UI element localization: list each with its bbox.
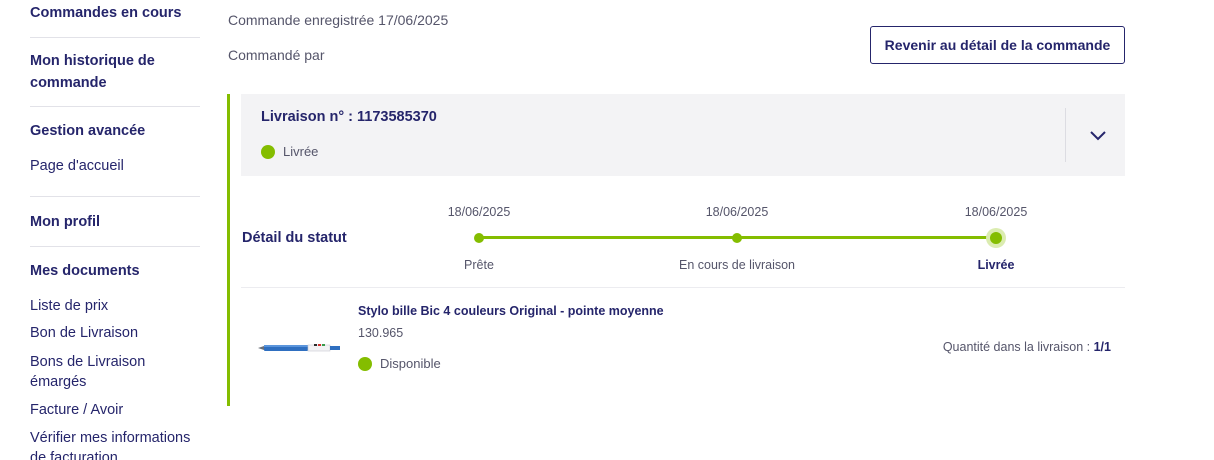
- product-availability: Disponible: [358, 356, 441, 371]
- delivery-accent-bar: [227, 94, 230, 406]
- timeline-label-in-transit: En cours de livraison: [678, 258, 796, 272]
- delivery-number: Livraison n° : 1173585370: [261, 109, 437, 125]
- delivery-status-label: Livrée: [283, 144, 319, 159]
- availability-dot-icon: [358, 356, 372, 371]
- order-registered-date: Commande enregistrée 17/06/2025: [228, 12, 449, 28]
- sidebar-link-billing-info[interactable]: Vérifier mes informations de facturation: [30, 428, 202, 460]
- timeline-date-in-transit: 18/06/2025: [705, 205, 769, 219]
- timeline-step-ready-dot: [474, 233, 484, 243]
- sidebar-item-advanced-management[interactable]: Gestion avancée: [30, 120, 145, 142]
- sidebar-divider: [30, 106, 200, 107]
- timeline-date-ready: 18/06/2025: [447, 205, 511, 219]
- delivery-quantity: Quantité dans la livraison : 1/1: [900, 340, 1111, 354]
- timeline-step-in-transit-dot: [732, 233, 742, 243]
- sidebar-link-delivery-note[interactable]: Bon de Livraison: [30, 323, 138, 343]
- status-detail-label: Détail du statut: [242, 230, 347, 246]
- sidebar-divider: [30, 246, 200, 247]
- sidebar-divider: [30, 196, 200, 197]
- delivery-status: Livrée: [261, 144, 318, 159]
- sidebar-link-invoice[interactable]: Facture / Avoir: [30, 400, 123, 420]
- chevron-down-icon[interactable]: [1084, 122, 1112, 150]
- timeline-label-ready: Prête: [464, 258, 494, 272]
- availability-label: Disponible: [380, 356, 441, 371]
- sidebar-link-price-list[interactable]: Liste de prix: [30, 296, 108, 316]
- sidebar-item-profile[interactable]: Mon profil: [30, 211, 100, 233]
- ordered-by: Commandé par: [228, 47, 325, 63]
- sidebar-item-home-page[interactable]: Page d'accueil: [30, 156, 124, 176]
- product-name[interactable]: Stylo bille Bic 4 couleurs Original - po…: [358, 304, 664, 318]
- delivery-header[interactable]: Livraison n° : 1173585370 Livrée: [241, 94, 1125, 176]
- timeline-label-delivered: Livrée: [977, 258, 1015, 272]
- back-to-order-detail-button[interactable]: Revenir au détail de la commande: [870, 26, 1125, 64]
- quantity-label: Quantité dans la livraison :: [942, 340, 1094, 354]
- sidebar-item-documents[interactable]: Mes documents: [30, 260, 140, 282]
- sidebar-item-order-history[interactable]: Mon historique de commande: [30, 50, 180, 94]
- sidebar-item-orders-in-progress[interactable]: Commandes en cours: [30, 2, 182, 24]
- quantity-value: 1/1: [1093, 340, 1111, 354]
- product-reference: 130.965: [358, 326, 404, 340]
- sidebar-link-signed-delivery-notes[interactable]: Bons de Livraison émargés: [30, 352, 170, 392]
- product-image: [258, 344, 340, 352]
- status-dot-icon: [261, 144, 275, 159]
- section-divider: [241, 287, 1125, 288]
- sidebar-divider: [30, 37, 200, 38]
- timeline-date-delivered: 18/06/2025: [964, 205, 1028, 219]
- timeline-step-delivered-dot: [986, 228, 1006, 248]
- header-divider: [1065, 108, 1066, 162]
